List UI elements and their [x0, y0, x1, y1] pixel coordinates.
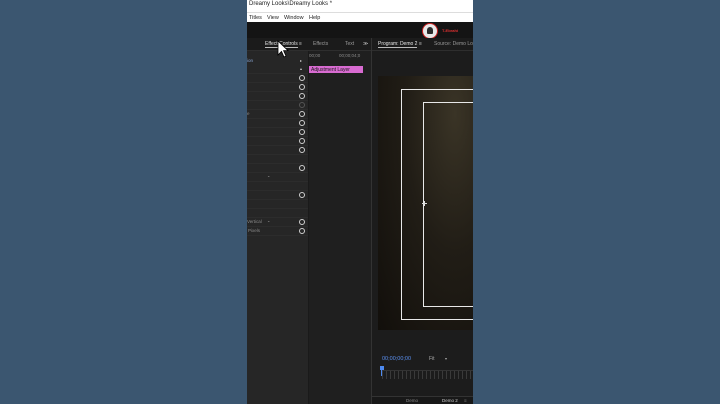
reset-icon-disabled: [299, 102, 305, 108]
center-crosshair-icon: [422, 201, 427, 206]
menu-window[interactable]: Window: [284, 15, 304, 21]
property-row: ⌄: [247, 173, 308, 182]
timeline-start-timecode: 00;00: [309, 53, 321, 58]
reset-icon[interactable]: [299, 228, 305, 234]
video-preview[interactable]: [378, 76, 473, 330]
reset-icon[interactable]: [299, 111, 305, 117]
property-row: Pixels: [247, 227, 308, 236]
property-label-fragment: e: [247, 111, 250, 116]
channel-logo-icon: [422, 23, 438, 39]
clip-label: Adjustment Layer: [311, 67, 350, 73]
property-row: [247, 83, 308, 92]
mouse-cursor-icon: [277, 40, 289, 58]
effect-controls-tabs: Effect Controls ≡ Effects Text ≫: [247, 38, 371, 51]
reset-icon[interactable]: [299, 219, 305, 225]
property-row: [247, 101, 308, 110]
units-label: Pixels: [248, 228, 261, 233]
panel-menu-icon[interactable]: ≡: [299, 41, 302, 47]
collapse-arrow-icon[interactable]: ▴: [300, 66, 302, 71]
property-row: [247, 209, 308, 218]
reset-icon[interactable]: [299, 120, 305, 126]
source-label-fragment: ion: [247, 58, 254, 63]
property-row: [247, 155, 308, 164]
workspace-header: [247, 22, 473, 38]
sequence-menu-icon[interactable]: ≡: [464, 398, 467, 403]
reset-icon[interactable]: [299, 192, 305, 198]
tab-effects[interactable]: Effects: [313, 41, 328, 47]
panel-menu-icon[interactable]: ≡: [419, 41, 422, 47]
chevron-down-icon[interactable]: ▾: [445, 356, 447, 361]
property-row: [247, 128, 308, 137]
property-row: [247, 74, 308, 83]
dropdown-chevron-icon[interactable]: ⌄: [267, 173, 270, 178]
reset-icon[interactable]: [299, 165, 305, 171]
direction-dropdown[interactable]: Vertical: [247, 219, 262, 224]
title-bar: Dreamy Looks\Dreamy Looks *: [247, 0, 473, 12]
reset-icon[interactable]: [299, 147, 305, 153]
property-row: [247, 146, 308, 155]
property-row: [247, 164, 308, 173]
expand-arrow-icon[interactable]: ▸: [300, 58, 302, 63]
premiere-window: Dreamy Looks\Dreamy Looks * Titles View …: [247, 0, 473, 404]
property-row: [247, 119, 308, 128]
property-row: [247, 200, 308, 209]
tab-program[interactable]: Program: Demo 2: [378, 41, 418, 48]
safe-margin-inner: [423, 102, 473, 307]
program-monitor-panel: Program: Demo 2 ≡ Source: Demo Lo 00;00;…: [371, 38, 473, 404]
property-row: ▴: [247, 65, 308, 74]
effect-properties-list: ion ▸ ▴ e ⌄ Vertical ⌄ Pixels: [247, 51, 309, 404]
property-row: [247, 137, 308, 146]
effect-controls-timeline: 00;00 00;00;04;0 Adjustment Layer: [309, 51, 371, 404]
reset-icon[interactable]: [299, 129, 305, 135]
adjustment-layer-clip[interactable]: Adjustment Layer: [309, 66, 363, 73]
playhead-timecode[interactable]: 00;00;00;00: [382, 356, 411, 362]
menu-titles[interactable]: Titles: [249, 15, 262, 21]
playhead-icon[interactable]: [380, 366, 384, 376]
reset-icon[interactable]: [299, 75, 305, 81]
menu-help[interactable]: Help: [309, 15, 320, 21]
effect-controls-panel: Effect Controls ≡ Effects Text ≫ ion ▸ ▴…: [247, 38, 371, 404]
tab-demo-2[interactable]: Demo 2: [442, 398, 458, 403]
property-row: Vertical ⌄: [247, 218, 308, 227]
reset-icon[interactable]: [299, 93, 305, 99]
sequence-tabs: Demo Demo 2 ≡: [372, 396, 473, 404]
overflow-icon[interactable]: ≫: [363, 41, 368, 47]
zoom-dropdown[interactable]: Fit: [429, 356, 435, 362]
reset-icon[interactable]: [299, 138, 305, 144]
property-row: [247, 182, 308, 191]
channel-logo-text: T-Ebrahi: [442, 28, 459, 33]
tab-text[interactable]: Text: [345, 41, 354, 47]
property-row: [247, 191, 308, 200]
property-row: e: [247, 110, 308, 119]
time-ruler[interactable]: [382, 370, 473, 379]
property-row: [247, 92, 308, 101]
tab-source[interactable]: Source: Demo Lo: [434, 41, 473, 47]
program-monitor-tabs: Program: Demo 2 ≡ Source: Demo Lo: [372, 38, 473, 51]
tab-demo[interactable]: Demo: [406, 398, 418, 403]
timeline-end-timecode: 00;00;04;0: [339, 53, 361, 58]
dropdown-chevron-icon[interactable]: ⌄: [267, 218, 270, 223]
reset-icon[interactable]: [299, 84, 305, 90]
window-title: Dreamy Looks\Dreamy Looks *: [249, 1, 333, 7]
menu-view[interactable]: View: [267, 15, 279, 21]
